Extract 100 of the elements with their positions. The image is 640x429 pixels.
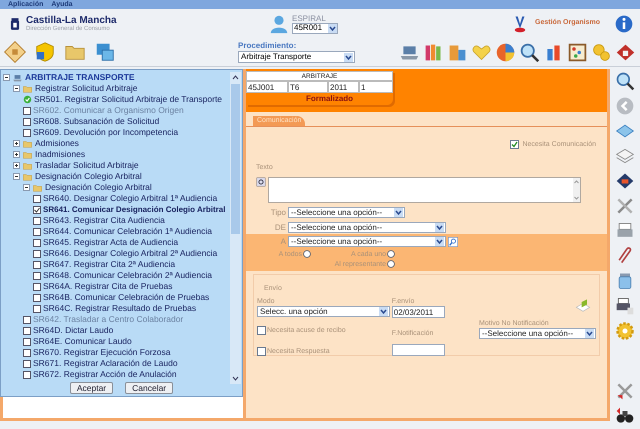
de-select[interactable]: --Seleccione una opción-- (288, 222, 446, 233)
checkbox[interactable] (33, 194, 41, 202)
expand-toggle[interactable] (13, 85, 20, 92)
checkbox[interactable] (33, 238, 41, 246)
date-field[interactable] (392, 344, 445, 356)
tree-item[interactable]: SR646. Designar Colegio Arbitral 2ª Audiencia (43, 249, 218, 258)
tree-item[interactable]: SR64B. Comunicar Celebración de Pruebas (43, 293, 210, 302)
folder-icon (32, 182, 43, 192)
tree-item[interactable]: SR644. Comunicar Celebración 1ª Audiencia (43, 227, 212, 236)
folder-icon (22, 150, 33, 160)
modo-select[interactable]: Selecc. una opción (257, 306, 390, 317)
expand-toggle[interactable] (3, 74, 10, 81)
pie-chart-icon[interactable] (495, 42, 516, 62)
date-field[interactable]: 02/03/2011 (392, 306, 445, 318)
user-select[interactable]: 45R001 (292, 22, 338, 34)
procedure-select[interactable]: Arbitraje Transporte (238, 51, 355, 63)
tree-item[interactable]: SR609. Devolución por Incompetencia (33, 128, 178, 137)
checkbox[interactable] (33, 260, 41, 268)
radio-button[interactable] (387, 260, 395, 268)
dropdown-arrow-icon (585, 329, 594, 338)
expand-toggle[interactable] (23, 184, 30, 191)
expand-toggle[interactable] (13, 151, 20, 158)
tree-item[interactable]: SR672. Registrar Acción de Anulación (33, 370, 177, 379)
checkbox[interactable] (257, 347, 266, 356)
checkbox[interactable] (23, 348, 31, 356)
tree-item[interactable]: Designación Colegio Arbitral (35, 172, 142, 181)
field-label: Tipo (270, 208, 286, 216)
search-icon[interactable] (615, 71, 635, 91)
folder-icon (22, 172, 33, 182)
tree-item[interactable]: SR648. Comunicar Celebración 2ª Audiencia (43, 271, 212, 280)
organization-name: Castilla-La Mancha (26, 14, 117, 26)
tree-item[interactable]: SR608. Subsanación de Solicitud (33, 117, 160, 126)
tree-item[interactable]: SR645. Registrar Acta de Audiencia (43, 238, 178, 247)
tree-item[interactable]: SR647. Registrar Cita 2ª Audiencia (43, 260, 176, 269)
folder-icon (22, 138, 33, 148)
checkbox[interactable] (510, 140, 520, 149)
procedure-label: Procedimiento: (238, 41, 298, 51)
search-icon[interactable] (448, 236, 458, 246)
tree-item[interactable]: SR643. Registrar Cita Audiencia (43, 216, 165, 225)
checkbox[interactable] (33, 272, 41, 280)
expand-toggle[interactable] (13, 162, 20, 169)
tree-item[interactable]: SR64A. Registrar Cita de Pruebas (43, 282, 172, 291)
shield-icon[interactable] (34, 41, 56, 63)
search-icon[interactable] (519, 42, 540, 62)
scrollbar[interactable] (573, 178, 580, 202)
checkbox[interactable] (23, 370, 31, 378)
checkbox[interactable] (33, 294, 41, 302)
radio-button[interactable] (303, 250, 311, 258)
tree-item[interactable]: Designación Colegio Arbitral (45, 183, 152, 192)
checkbox[interactable] (23, 360, 31, 368)
user-label: ESPIRAL (292, 14, 327, 22)
tree-item[interactable]: Admisiones (35, 139, 79, 148)
dropdown-arrow-icon (435, 237, 444, 246)
case-cell: 1 (359, 81, 393, 93)
tree-item[interactable]: Inadmisiones (35, 150, 86, 159)
checkbox[interactable] (33, 216, 41, 224)
expand-toggle[interactable] (13, 173, 20, 180)
checkbox[interactable] (33, 250, 41, 258)
tree-item[interactable]: Registrar Solicitud Arbitraje (35, 84, 138, 93)
tree-item[interactable]: ARBITRAJE TRANSPORTE (25, 73, 135, 82)
folder-icon (22, 160, 33, 170)
completed-icon (23, 95, 32, 104)
expand-toggle[interactable] (13, 140, 20, 147)
radio-button[interactable] (387, 250, 395, 258)
motivo-select[interactable]: --Seleccione una opción-- (479, 328, 596, 339)
tree-item[interactable]: SR501. Registrar Solicitud Arbitraje de Transporte (34, 95, 222, 104)
case-status: Formalizado (304, 93, 354, 105)
attach-icon[interactable] (256, 177, 266, 187)
checkbox[interactable] (23, 118, 31, 126)
checkbox[interactable] (23, 326, 31, 334)
dropdown-arrow-icon (344, 52, 353, 62)
tree-item[interactable]: SR64D. Dictar Laudo (33, 326, 114, 335)
dialog-button[interactable]: Cancelar (125, 382, 174, 394)
tree-item[interactable]: SR671. Registrar Aclaración de Laudo (33, 359, 178, 368)
scrollbar[interactable] (230, 72, 241, 384)
checkbox[interactable] (33, 206, 41, 214)
checkbox[interactable] (33, 304, 41, 312)
tree-item[interactable]: SR640. Designar Colegio Arbitral 1ª Audiencia (43, 194, 218, 203)
tree-item[interactable]: Trasladar Solicitud Arbitraje (35, 161, 139, 170)
checkbox[interactable] (33, 228, 41, 236)
checkbox[interactable] (23, 128, 31, 136)
checkbox[interactable] (23, 338, 31, 346)
dropdown-arrow-icon (394, 208, 403, 217)
checkbox[interactable] (257, 326, 266, 335)
tree-item[interactable]: SR64E. Comunicar Laudo (33, 337, 132, 346)
folder-icon (22, 84, 33, 94)
checkbox[interactable] (33, 282, 41, 290)
case-cell: 2011 (328, 81, 359, 93)
papers-icon[interactable] (615, 146, 635, 166)
dialog-button[interactable]: Aceptar (70, 382, 114, 394)
tree-item[interactable]: SR64C. Registrar Resultado de Pruebas (43, 304, 196, 313)
field-label: DE (274, 224, 286, 232)
window-icon[interactable] (94, 41, 116, 63)
tree-item[interactable]: SR670. Registrar Ejecución Forzosa (33, 348, 170, 357)
info-icon[interactable] (614, 14, 634, 34)
print-icon[interactable] (615, 296, 635, 316)
case-cell: 45J001 (246, 81, 288, 93)
a-select[interactable]: --Seleccione una opción-- (288, 236, 446, 247)
tree-item[interactable]: SR641. Comunicar Designación Colegio Arbitral (43, 206, 226, 214)
tipo-select[interactable]: --Seleccione una opción-- (288, 207, 405, 218)
